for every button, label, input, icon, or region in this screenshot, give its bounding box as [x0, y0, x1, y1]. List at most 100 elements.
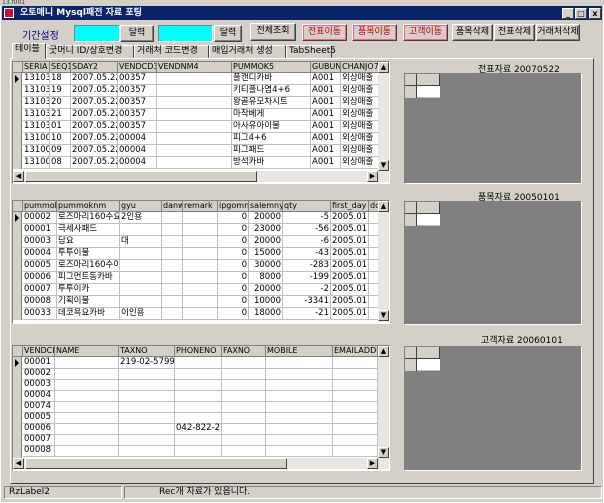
- table-cell[interactable]: 마작베게: [232, 109, 311, 121]
- scroll-thumb[interactable]: [25, 458, 287, 469]
- table-cell[interactable]: 00357: [118, 73, 157, 85]
- table-cell[interactable]: 21: [50, 109, 71, 121]
- table-cell[interactable]: 0: [218, 248, 249, 260]
- table-row[interactable]: 00008기획이불 010000-33412005.01.01: [13, 296, 381, 308]
- table-cell[interactable]: 13100: [23, 133, 50, 145]
- scroll-right-arrow-icon[interactable]: ▶: [367, 458, 378, 469]
- table-row[interactable]: 00008: [13, 445, 379, 457]
- table-cell[interactable]: 13103: [23, 85, 50, 97]
- table-cell[interactable]: [120, 224, 162, 236]
- table-cell[interactable]: A001: [311, 145, 341, 157]
- column-header[interactable]: danw: [162, 201, 183, 212]
- table-cell[interactable]: 00001: [23, 224, 57, 236]
- scroll-down-arrow-icon[interactable]: ▼: [378, 310, 389, 321]
- column-header[interactable]: MOBILE: [266, 346, 333, 357]
- delete-voucher-button[interactable]: 전표삭제: [494, 24, 535, 41]
- table-cell[interactable]: 외상매출: [341, 109, 379, 121]
- table-cell[interactable]: [183, 236, 218, 248]
- detail-row[interactable]: [417, 359, 440, 371]
- item-detail-grid[interactable]: [404, 201, 582, 325]
- tab-table[interactable]: 테이블: [12, 43, 46, 59]
- table-cell[interactable]: A001: [311, 85, 341, 97]
- table-cell[interactable]: 피그4+6: [232, 133, 311, 145]
- table-cell[interactable]: [183, 224, 218, 236]
- column-header[interactable]: PUMMOK5: [232, 62, 311, 73]
- table-row[interactable]: 00004투투이불 015000-432005.01.01: [13, 248, 381, 260]
- minimize-button[interactable]: _: [562, 8, 574, 19]
- table-cell[interactable]: 10: [50, 133, 71, 145]
- table-cell[interactable]: 외상매출: [341, 157, 379, 169]
- table-cell[interactable]: 투투이불: [57, 248, 120, 260]
- column-header[interactable]: CHANJO7: [341, 62, 379, 73]
- table-cell[interactable]: 0: [218, 212, 249, 224]
- table-cell[interactable]: A001: [311, 121, 341, 133]
- table-cell[interactable]: 00357: [118, 121, 157, 133]
- table-cell[interactable]: A001: [311, 97, 341, 109]
- column-header[interactable]: gyu: [120, 201, 162, 212]
- table-cell[interactable]: 2005.01.01: [331, 260, 369, 272]
- app-icon[interactable]: [4, 8, 14, 18]
- table-row[interactable]: 13103 21 2007.05.22 00357 마작베게 A001 외상매출: [13, 109, 379, 121]
- maximize-button[interactable]: □: [575, 8, 587, 19]
- column-header[interactable]: VENDCD: [23, 346, 55, 357]
- table-cell[interactable]: -283: [283, 260, 331, 272]
- table-cell[interactable]: 2005.01.01: [331, 212, 369, 224]
- table-cell[interactable]: [183, 248, 218, 260]
- customer-grid-hscroll[interactable]: ◀ ▶: [13, 458, 378, 469]
- move-item-button[interactable]: 품목이동: [352, 24, 397, 41]
- table-row[interactable]: 00007투투이카 020000-22005.01.01: [13, 284, 381, 296]
- table-cell[interactable]: 00004: [23, 248, 57, 260]
- voucher-grid[interactable]: SERIA SEQ1 SDAY2 VENDCD3 VENDNM4 PUMMOK5…: [12, 61, 390, 184]
- move-customer-button[interactable]: 고객이동: [403, 24, 448, 41]
- table-cell[interactable]: [120, 296, 162, 308]
- table-cell[interactable]: [183, 308, 218, 320]
- table-cell[interactable]: 8000: [249, 272, 283, 284]
- customer-grid[interactable]: VENDCD NAME TAXNO PHONENO FAXNO MOBILE E…: [12, 345, 390, 471]
- table-cell[interactable]: 18: [50, 73, 71, 85]
- table-cell[interactable]: -56: [283, 224, 331, 236]
- column-header[interactable]: PHONENO: [175, 346, 222, 357]
- table-cell[interactable]: [162, 248, 183, 260]
- scroll-up-arrow-icon[interactable]: ▲: [378, 201, 389, 212]
- table-cell[interactable]: 0: [218, 260, 249, 272]
- table-cell[interactable]: 2007.05.22: [71, 145, 118, 157]
- table-cell[interactable]: [157, 109, 232, 121]
- table-cell[interactable]: [162, 260, 183, 272]
- table-cell[interactable]: [162, 308, 183, 320]
- column-header[interactable]: GUBUNG: [311, 62, 341, 73]
- table-cell[interactable]: [162, 272, 183, 284]
- table-cell[interactable]: A001: [311, 73, 341, 85]
- table-cell[interactable]: 13103: [23, 109, 50, 121]
- table-row[interactable]: 00006피그먼트동카바 08000-1992005.01.01: [13, 272, 381, 284]
- table-row[interactable]: 00005로즈마리160수이 030000-2832005.01.01: [13, 260, 381, 272]
- table-cell[interactable]: 로즈마리160수이: [57, 260, 120, 272]
- column-header[interactable]: remark: [183, 201, 218, 212]
- table-cell[interactable]: 2007.05.22: [71, 121, 118, 133]
- table-cell[interactable]: 13103: [23, 97, 50, 109]
- table-cell[interactable]: 0: [218, 308, 249, 320]
- table-cell[interactable]: [162, 224, 183, 236]
- table-cell[interactable]: 00004: [118, 133, 157, 145]
- detail-row[interactable]: [417, 86, 440, 98]
- table-cell[interactable]: 00004: [118, 145, 157, 157]
- tab-vendor-code-change[interactable]: 거래처 코드변경: [134, 45, 209, 58]
- table-row[interactable]: 13103 01 2007.05.22 00357 아사유아이불 A001 외상매출: [13, 121, 379, 133]
- table-cell[interactable]: 2007.05.22: [71, 157, 118, 169]
- table-cell[interactable]: 방석카바: [232, 157, 311, 169]
- table-cell[interactable]: [120, 272, 162, 284]
- table-cell[interactable]: 2007.05.22: [71, 73, 118, 85]
- table-cell[interactable]: A001: [311, 157, 341, 169]
- table-cell[interactable]: 13103: [23, 121, 50, 133]
- table-row[interactable]: 00033데코욕요카바이인용 018000-212005.01.01: [13, 308, 381, 320]
- column-header[interactable]: ipgomny: [218, 201, 249, 212]
- customer-grid-vscroll[interactable]: ▲ ▼: [378, 346, 389, 469]
- table-cell[interactable]: 00357: [118, 97, 157, 109]
- column-header[interactable]: VENDNM4: [157, 62, 232, 73]
- column-header[interactable]: VENDCD3: [118, 62, 157, 73]
- table-cell[interactable]: [183, 284, 218, 296]
- scroll-down-arrow-icon[interactable]: ▼: [378, 160, 389, 171]
- title-bar[interactable]: 오토매니 Mysql패전 자료 포팅: [2, 6, 602, 20]
- table-cell[interactable]: -2: [283, 284, 331, 296]
- table-row[interactable]: 13100 09 2007.05.22 00004 피그패드 A001 외상매출: [13, 145, 379, 157]
- table-cell[interactable]: 피그패드: [232, 145, 311, 157]
